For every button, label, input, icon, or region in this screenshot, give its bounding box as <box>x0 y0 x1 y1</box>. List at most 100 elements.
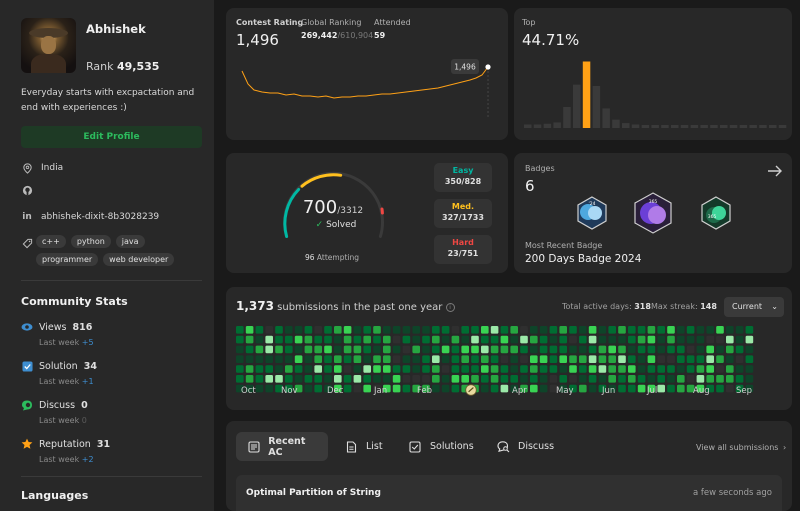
skill-tag[interactable]: python <box>70 235 111 248</box>
heatmap-cell <box>422 345 430 354</box>
heatmap-cell <box>539 355 548 363</box>
percentile-histogram[interactable] <box>514 8 792 140</box>
heatmap-cell <box>579 384 587 393</box>
heatmap-cell <box>490 375 499 383</box>
badge-icon[interactable]: 365 <box>698 195 734 231</box>
medium-label: Med. <box>451 202 475 211</box>
heatmap-cell <box>579 326 587 334</box>
view-all-submissions-link[interactable]: View all submissions › <box>696 443 786 452</box>
heatmap-cell <box>628 335 636 344</box>
heatmap-cell <box>490 384 499 393</box>
stat-value: 816 <box>72 321 93 333</box>
badge-icon[interactable]: 365 <box>631 191 675 235</box>
heatmap-cell <box>432 365 440 373</box>
heatmap-cell <box>539 384 548 393</box>
submission-title[interactable]: Optimal Partition of String <box>246 488 381 498</box>
tab-discuss[interactable]: Discuss <box>496 432 554 461</box>
rank-label: Rank <box>86 60 114 73</box>
heatmap-cell <box>343 365 352 373</box>
heatmap-cell <box>490 345 499 354</box>
linkedin-text[interactable]: abhishek-dixit-8b3028239 <box>41 212 159 222</box>
skill-tag[interactable]: c++ <box>36 235 66 248</box>
heatmap-cell <box>686 365 695 373</box>
heatmap-cell <box>334 365 342 373</box>
heatmap-cell <box>441 384 450 393</box>
histogram-bar <box>573 84 581 128</box>
tab-solutions[interactable]: Solutions <box>408 432 474 461</box>
profile-sidebar: Abhishek Rank 49,535 Everyday starts wit… <box>0 0 214 511</box>
histogram-bar <box>690 125 699 128</box>
hard-label: Hard <box>452 238 474 247</box>
contest-rating-card: Contest Rating 1,496 Global Ranking 269,… <box>226 8 508 140</box>
heatmap-cell <box>637 335 646 344</box>
heatmap-cell <box>471 375 479 383</box>
heatmap-cell <box>628 345 636 354</box>
skill-tag[interactable]: web developer <box>103 253 175 266</box>
heatmap-cell <box>392 375 401 383</box>
histogram-bar <box>700 125 708 128</box>
heatmap-cell <box>530 375 538 383</box>
badge-icon[interactable]: '24 <box>574 195 610 231</box>
heatmap-cell <box>608 345 616 354</box>
heatmap-cell <box>686 326 695 334</box>
award-icon[interactable] <box>465 384 477 396</box>
heatmap-cell <box>588 365 597 373</box>
heatmap-cell <box>735 326 744 334</box>
heatmap-cell <box>451 326 460 334</box>
heatmap-cell <box>588 375 597 383</box>
heatmap-cell <box>618 335 626 344</box>
avatar[interactable] <box>21 18 76 73</box>
arrow-right-icon[interactable] <box>767 164 783 178</box>
skill-tag[interactable]: programmer <box>36 253 99 266</box>
submission-heatmap-card: 1,373 submissions in the past one year i… <box>226 287 792 410</box>
heatmap-cell <box>383 335 391 344</box>
heatmap-cell <box>549 326 558 334</box>
heatmap-cell <box>255 375 264 383</box>
username: Abhishek <box>86 22 146 36</box>
rating-line-chart[interactable]: 1,496 <box>226 8 508 140</box>
tab-list[interactable]: List <box>344 432 383 461</box>
heatmap-cell <box>608 365 616 373</box>
heatmap-cell <box>735 335 744 344</box>
heatmap-cell <box>441 345 450 354</box>
heatmap-cell <box>481 326 489 334</box>
difficulty-hard[interactable]: Hard 23/751 <box>434 235 492 264</box>
heatmap-cell <box>265 365 273 373</box>
heatmap-cell <box>608 375 616 383</box>
heatmap-cell <box>647 335 656 344</box>
github-row[interactable] <box>21 184 41 196</box>
heatmap-cell <box>294 326 303 334</box>
heatmap-cell <box>373 326 381 334</box>
heatmap-cell <box>412 375 420 383</box>
heatmap-cell <box>481 345 489 354</box>
recent-badge-name: 200 Days Badge 2024 <box>525 253 642 265</box>
histogram-bar <box>749 125 757 128</box>
heatmap-cell <box>530 365 538 373</box>
heatmap-cell <box>363 355 371 363</box>
heatmap-cell <box>383 365 391 373</box>
skill-tag[interactable]: java <box>115 235 145 248</box>
linkedin-row[interactable]: in abhishek-dixit-8b3028239 <box>21 211 159 223</box>
difficulty-easy[interactable]: Easy 350/828 <box>434 163 492 192</box>
histogram-bar <box>622 123 630 128</box>
heatmap-cell <box>686 345 695 354</box>
tab-recent-ac[interactable]: Recent AC <box>236 432 328 461</box>
heatmap-cell <box>265 375 273 383</box>
heatmap-cell <box>353 345 362 354</box>
difficulty-medium[interactable]: Med. 327/1733 <box>434 199 492 228</box>
heatmap-cell <box>343 384 352 393</box>
stat-reputation: Reputation 31 Last week +2 <box>21 438 110 464</box>
heatmap-cell <box>618 384 626 393</box>
heatmap-cell <box>628 384 636 393</box>
heatmap-cell <box>334 375 342 383</box>
edit-profile-button[interactable]: Edit Profile <box>21 126 202 148</box>
submission-row[interactable]: Optimal Partition of String a few second… <box>236 475 782 511</box>
heatmap-cell <box>481 365 489 373</box>
github-icon[interactable] <box>21 184 33 196</box>
heatmap-cell <box>549 355 558 363</box>
heatmap-cell <box>285 326 293 334</box>
histogram-bar <box>651 125 659 128</box>
heatmap-cell <box>637 345 646 354</box>
heatmap-cell <box>255 365 264 373</box>
heatmap-cell <box>412 365 420 373</box>
